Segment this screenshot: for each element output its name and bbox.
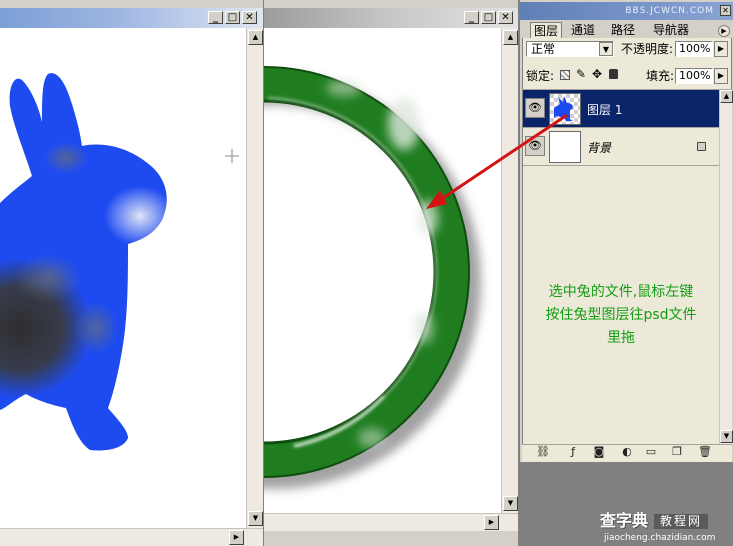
background-lock-icon [697, 142, 706, 151]
scroll-right-arrow[interactable]: ▶ [484, 515, 499, 530]
minimize-button[interactable]: _ [464, 11, 479, 24]
scroll-down-arrow[interactable]: ▼ [248, 511, 263, 526]
layer1-thumbnail [549, 93, 581, 125]
window-bottom-frame [264, 531, 518, 546]
new-layer-icon[interactable]: ❐ [670, 445, 684, 459]
rabbit-document-window: _ □ ✕ ▲ ▼ ▶ [0, 0, 263, 546]
layer-mask-icon[interactable]: ◙ [592, 445, 606, 459]
scroll-down-arrow[interactable]: ▼ [720, 430, 733, 443]
site-watermark: 查字典 教程网 jiaocheng.chazidian.com [596, 512, 730, 546]
scroll-right-arrow[interactable]: ▶ [229, 530, 244, 545]
crosshair-cursor [225, 149, 239, 163]
scroll-up-arrow[interactable]: ▲ [248, 30, 263, 45]
rabbit-image [0, 73, 239, 451]
rabbit-window-titlebar[interactable]: _ □ ✕ [0, 8, 263, 28]
tab-paths[interactable]: 路径 [608, 22, 638, 39]
scroll-up-arrow[interactable]: ▲ [503, 30, 518, 45]
opacity-label: 不透明度: [621, 42, 674, 56]
lock-transparency-icon[interactable] [560, 70, 570, 80]
palette-close-icon[interactable]: ✕ [720, 5, 731, 16]
jade-ring-image [264, 66, 481, 489]
fill-label: 填充: [646, 69, 675, 83]
rabbit-thumbnail-icon [554, 96, 573, 121]
maximize-button[interactable]: □ [481, 11, 496, 24]
lock-position-move-icon[interactable]: ✥ [592, 67, 602, 81]
minimize-button[interactable]: _ [208, 11, 223, 24]
palette-header: BBS.JCWCN.COM ✕ [520, 2, 733, 20]
watermark-main-text: 查字典 [600, 511, 649, 530]
layer-row-layer1[interactable]: 👁 图层 1 [523, 90, 719, 128]
instruction-note: 选中兔的文件,鼠标左键 按住兔型图层往psd文件 里拖 [526, 281, 716, 350]
tab-channels[interactable]: 通道 [568, 22, 598, 39]
fill-input[interactable]: 100% [675, 68, 713, 84]
lock-label: 锁定: [526, 69, 555, 83]
lock-all-padlock-icon[interactable] [609, 69, 618, 79]
ring-canvas[interactable] [264, 28, 501, 513]
layer-style-icon[interactable]: ƒ [566, 445, 580, 459]
maximize-button[interactable]: □ [225, 11, 240, 24]
blend-mode-value: 正常 [531, 42, 556, 56]
delete-layer-trash-icon[interactable]: 🗑 [698, 445, 712, 459]
close-button[interactable]: ✕ [242, 11, 257, 24]
scroll-up-arrow[interactable]: ▲ [720, 90, 733, 103]
palette-menu-icon[interactable]: ▶ [718, 25, 730, 37]
watermark-sub-text: 教程网 [654, 514, 709, 529]
layer-row-background[interactable]: 👁 背景 [523, 128, 719, 166]
tab-navigator[interactable]: 导航器 [650, 22, 692, 39]
rabbit-vertical-scrollbar[interactable]: ▲ ▼ [246, 28, 263, 528]
ring-window-titlebar[interactable]: _ □ ✕ [264, 8, 518, 28]
ring-horizontal-scrollbar[interactable]: ▶ [264, 513, 518, 531]
watermark-url: jiaocheng.chazidian.com [604, 533, 716, 543]
opacity-value: 100% [679, 42, 711, 55]
opacity-slider-button[interactable]: ▶ [714, 41, 728, 57]
instruction-line-3: 里拖 [607, 330, 635, 346]
close-button[interactable]: ✕ [498, 11, 513, 24]
scroll-down-arrow[interactable]: ▼ [503, 496, 518, 511]
ring-document-window: _ □ ✕ ▲ ▼ ▶ [263, 0, 518, 546]
instruction-line-1: 选中兔的文件,鼠标左键 [548, 284, 694, 300]
rabbit-canvas[interactable] [0, 28, 246, 528]
fill-slider-button[interactable]: ▶ [714, 68, 728, 84]
rabbit-horizontal-scrollbar[interactable]: ▶ [0, 528, 263, 546]
visibility-eye-icon[interactable]: 👁 [525, 136, 545, 156]
chevron-down-icon[interactable]: ▼ [599, 42, 613, 56]
fill-value: 100% [679, 69, 711, 82]
background-thumbnail [549, 131, 581, 163]
ring-vertical-scrollbar[interactable]: ▲ ▼ [501, 28, 518, 513]
layers-palette: BBS.JCWCN.COM ✕ 图层 通道 路径 导航器 ▶ 正常 ▼ 不透明度… [519, 0, 733, 462]
opacity-input[interactable]: 100% [675, 41, 713, 57]
background-layer-name: 背景 [587, 141, 612, 155]
link-layers-icon[interactable]: ⛓ [536, 445, 550, 459]
adjustment-layer-icon[interactable]: ◐ [620, 445, 634, 459]
layers-list-scrollbar[interactable]: ▲ ▼ [719, 90, 733, 444]
visibility-eye-icon[interactable]: 👁 [525, 98, 545, 118]
blend-mode-select[interactable]: 正常 ▼ [526, 41, 614, 57]
palette-header-text: BBS.JCWCN.COM [625, 6, 714, 16]
lock-image-brush-icon[interactable]: ✎ [576, 67, 586, 81]
layer1-name: 图层 1 [587, 103, 623, 117]
new-group-folder-icon[interactable]: ▭ [644, 445, 658, 459]
instruction-line-2: 按住兔型图层往psd文件 [545, 307, 697, 323]
